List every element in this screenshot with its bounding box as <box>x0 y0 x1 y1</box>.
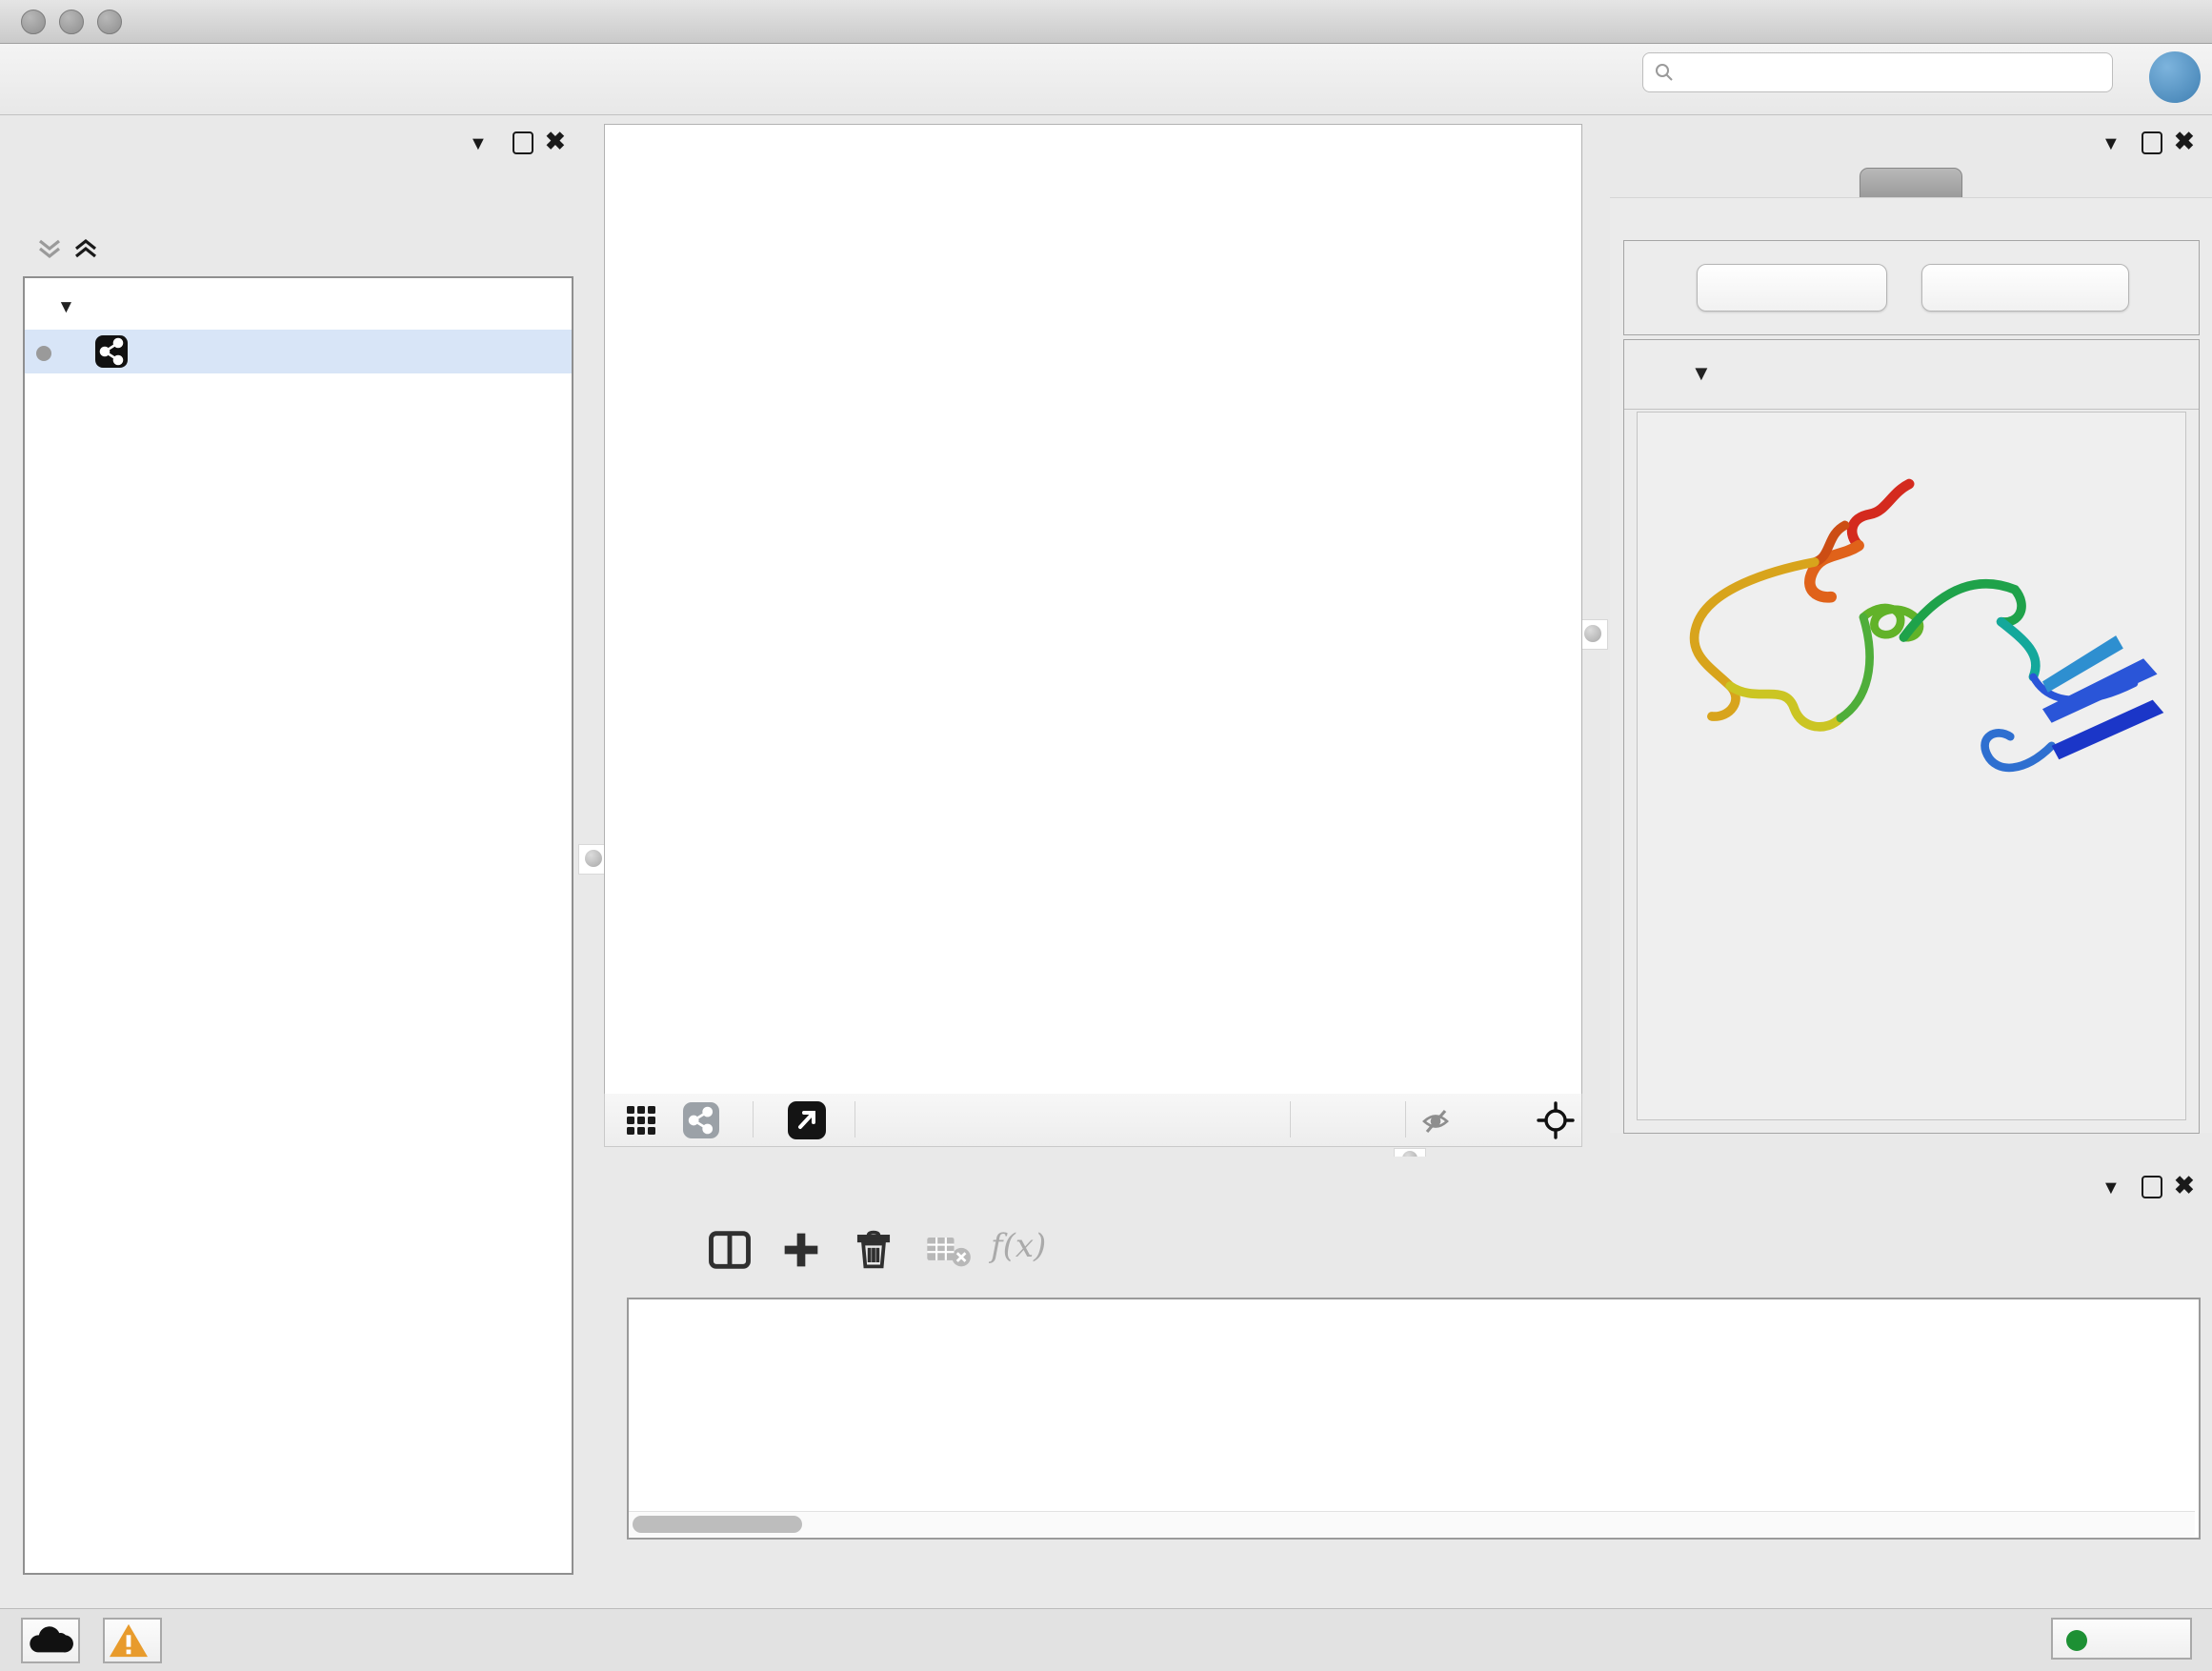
network-collection-row[interactable]: ▼ <box>25 286 572 330</box>
results-panel-close-icon[interactable]: ✖ <box>2174 127 2195 156</box>
status-bar <box>0 1608 2212 1671</box>
delete-column-icon[interactable] <box>849 1225 898 1275</box>
control-panel-collapse-icon[interactable]: ▼ <box>469 133 488 155</box>
collapse-all-button[interactable] <box>1921 264 2129 312</box>
results-actions-group <box>1623 240 2200 335</box>
protein-structure-image <box>1657 464 2171 813</box>
window-title <box>0 0 2212 43</box>
network-type-badge-icon[interactable] <box>683 1102 719 1138</box>
title-bar <box>0 0 2212 44</box>
network-tree: ▼ <box>23 276 573 1575</box>
control-panel-close-icon[interactable]: ✖ <box>545 127 566 156</box>
expand-all-icon[interactable] <box>72 235 99 262</box>
results-panel-collapse-icon[interactable]: ▼ <box>2101 133 2121 155</box>
table-panel-collapse-icon[interactable]: ▼ <box>2101 1178 2121 1199</box>
network-canvas[interactable] <box>604 124 1582 1096</box>
show-columns-icon[interactable] <box>705 1225 754 1275</box>
result-entry-header[interactable]: ▼ <box>1624 340 2199 410</box>
search-input[interactable] <box>1642 52 2113 92</box>
search-icon <box>1653 61 1676 84</box>
fit-selected-crosshair-icon[interactable] <box>1537 1101 1575 1139</box>
results-panel-float-icon[interactable] <box>2142 131 2162 154</box>
tree-expand-icon[interactable]: ▼ <box>57 286 75 330</box>
help-button[interactable] <box>2149 51 2201 103</box>
network-options-gear-icon[interactable] <box>549 230 587 268</box>
control-panel-float-icon[interactable] <box>513 131 533 154</box>
memory-status-dot <box>2066 1630 2087 1651</box>
table-options-gear-icon[interactable] <box>633 1225 682 1275</box>
scrollbar-thumb[interactable] <box>633 1516 802 1533</box>
search-field[interactable] <box>1683 55 2106 90</box>
main-toolbar <box>0 44 2212 115</box>
hidden-eye-icon[interactable] <box>1420 1106 1451 1137</box>
memory-button[interactable] <box>2051 1618 2192 1660</box>
entry-collapse-icon[interactable]: ▼ <box>1691 361 1712 386</box>
network-selection-bar <box>23 222 570 275</box>
result-entry-card: ▼ <box>1623 339 2200 1134</box>
function-builder-icon: f(x) <box>991 1227 1046 1265</box>
add-column-icon[interactable] <box>776 1225 826 1275</box>
birds-eye-view-icon[interactable] <box>626 1105 656 1136</box>
delete-table-icon[interactable] <box>923 1225 973 1275</box>
network-type-icon <box>95 335 128 368</box>
open-in-new-window-icon[interactable] <box>788 1101 826 1139</box>
node-table <box>627 1298 2201 1540</box>
cloud-status-button[interactable] <box>21 1618 80 1663</box>
warning-status-button[interactable] <box>103 1618 162 1663</box>
application-window: ▼ ✖ ▼ <box>0 0 2212 1671</box>
table-horizontal-scrollbar[interactable] <box>629 1511 2195 1537</box>
network-footer-bar: ✓ <box>604 1094 1582 1147</box>
table-panel-float-icon[interactable] <box>2142 1176 2162 1198</box>
network-state-dot <box>36 346 51 361</box>
table-panel-close-icon[interactable]: ✖ <box>2174 1171 2195 1200</box>
expand-all-button[interactable] <box>1697 264 1887 312</box>
entry-detail <box>1637 412 2186 1120</box>
network-row-selected[interactable] <box>25 330 572 373</box>
collapse-all-icon[interactable] <box>36 235 63 262</box>
